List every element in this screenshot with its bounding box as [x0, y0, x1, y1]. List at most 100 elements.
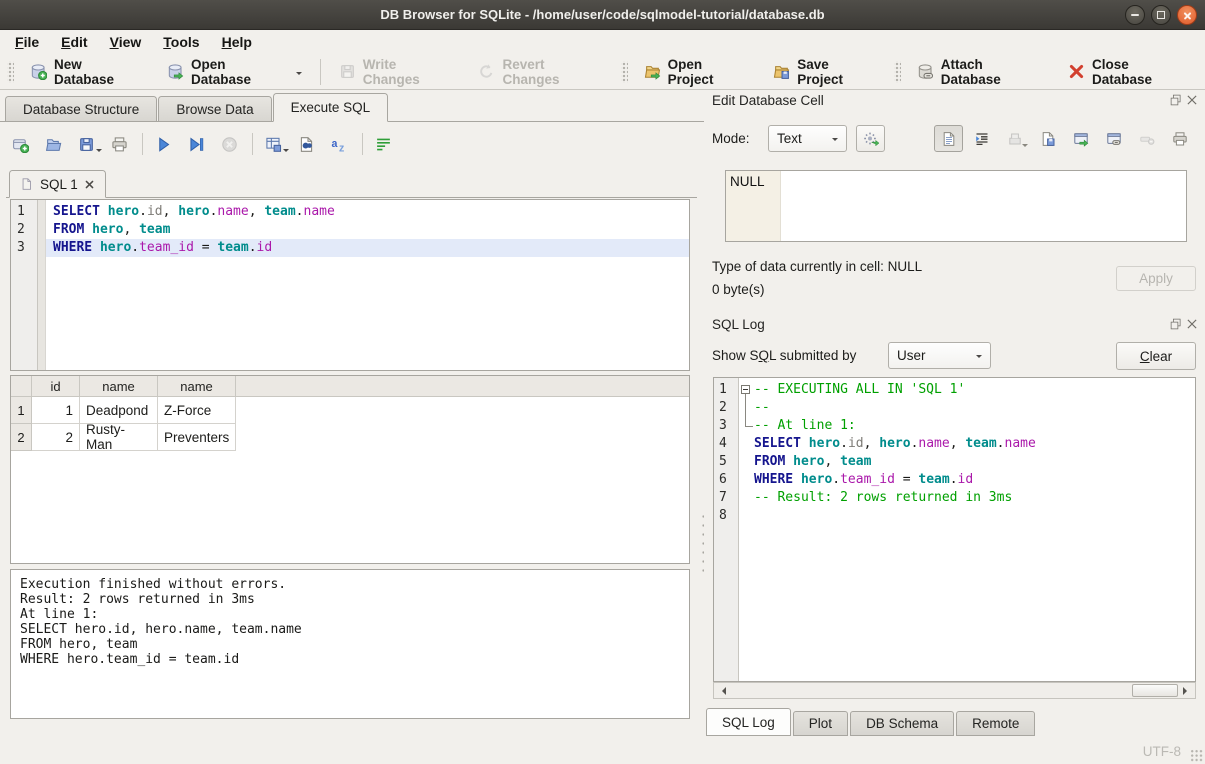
- column-header[interactable]: name: [158, 376, 236, 396]
- clear-log-button[interactable]: Clear: [1116, 342, 1196, 370]
- attach-database-button[interactable]: Attach Database: [906, 52, 1057, 92]
- revert-changes-button[interactable]: Revert Changes: [467, 52, 615, 92]
- menu-help[interactable]: Help: [211, 31, 263, 53]
- table-cell[interactable]: 2: [32, 424, 80, 451]
- new-tab-button[interactable]: [8, 132, 32, 156]
- scroll-left-icon[interactable]: [714, 683, 730, 698]
- log-filter-value: User: [897, 348, 970, 363]
- word-wrap-button[interactable]: [371, 132, 395, 156]
- menu-edit[interactable]: Edit: [50, 31, 98, 53]
- open-external-button[interactable]: [1066, 125, 1095, 152]
- column-header[interactable]: id: [32, 376, 80, 396]
- toolbar-handle[interactable]: [894, 61, 901, 83]
- row-number[interactable]: 2: [11, 424, 32, 451]
- cell-value-editor[interactable]: NULL: [725, 170, 1187, 242]
- fold-collapse-icon[interactable]: [741, 385, 750, 394]
- log-filter-select[interactable]: User: [888, 342, 991, 369]
- print-button[interactable]: [1165, 125, 1194, 152]
- fold-margin[interactable]: [739, 381, 754, 399]
- resize-grip[interactable]: [1190, 749, 1203, 762]
- copy-link-button[interactable]: [1099, 125, 1128, 152]
- table-cell[interactable]: 1: [32, 397, 80, 424]
- close-database-button[interactable]: Close Database: [1057, 52, 1203, 92]
- execute-current-line-button[interactable]: [184, 132, 208, 156]
- code-token: team: [264, 204, 295, 219]
- minimize-button[interactable]: [1125, 5, 1145, 25]
- write-changes-button[interactable]: Write Changes: [328, 52, 468, 92]
- column-header[interactable]: name: [80, 376, 158, 396]
- code-token: team: [918, 472, 949, 487]
- format-sql-button[interactable]: az: [327, 132, 351, 156]
- table-cell[interactable]: Preventers: [158, 424, 236, 451]
- titlebar[interactable]: DB Browser for SQLite - /home/user/code/…: [0, 0, 1205, 30]
- code-token: --: [754, 400, 770, 415]
- menu-tools[interactable]: Tools: [152, 31, 210, 53]
- sql-log-float-button[interactable]: [1169, 317, 1182, 330]
- panel-splitter[interactable]: [699, 510, 704, 572]
- close-button[interactable]: [1177, 5, 1197, 25]
- dock-tab-plot[interactable]: Plot: [793, 711, 848, 736]
- sql-log-close-button[interactable]: [1185, 317, 1198, 330]
- editor-code[interactable]: SELECT hero.id, hero.name, team.nameFROM…: [46, 200, 689, 370]
- mode-select[interactable]: Text: [768, 125, 847, 152]
- menu-file[interactable]: File: [4, 31, 50, 53]
- chevron-down-icon: [832, 138, 838, 144]
- doc-text-button[interactable]: [934, 125, 963, 152]
- tab-database-structure[interactable]: Database Structure: [5, 96, 157, 121]
- open-database-button[interactable]: Open Database: [156, 52, 313, 92]
- toolbar-handle[interactable]: [7, 61, 14, 83]
- scrollbar-thumb[interactable]: [1132, 684, 1178, 697]
- indent-text-icon: [974, 131, 990, 147]
- table-cell[interactable]: Deadpond: [80, 397, 158, 424]
- tab-browse-data[interactable]: Browse Data: [158, 96, 271, 121]
- log-line: -- Result: 2 rows returned in 3ms: [739, 489, 1195, 507]
- cell-value-area[interactable]: [781, 171, 1186, 241]
- sql-tabbar: SQL 1: [6, 169, 697, 198]
- results-grid[interactable]: idnamename11DeadpondZ-Force22Rusty-ManPr…: [10, 375, 690, 564]
- apply-button[interactable]: Apply: [1116, 266, 1196, 291]
- export-results-button[interactable]: [261, 132, 285, 156]
- stop-execution-button[interactable]: [217, 132, 241, 156]
- save-project-button[interactable]: Save Project: [762, 52, 889, 92]
- new-database-button[interactable]: New Database: [19, 52, 156, 92]
- sql-tab[interactable]: SQL 1: [9, 170, 106, 198]
- tab-close-button[interactable]: [84, 179, 95, 190]
- status-text-line: At line 1:: [20, 607, 680, 622]
- open-project-button[interactable]: Open Project: [633, 52, 763, 92]
- scroll-right-icon[interactable]: [1179, 683, 1195, 698]
- save-sql-file-button[interactable]: [74, 132, 98, 156]
- execute-all-button[interactable]: [151, 132, 175, 156]
- edit-cell-float-button[interactable]: [1169, 93, 1182, 106]
- table-cell[interactable]: Z-Force: [158, 397, 236, 424]
- scrollbar-track[interactable]: [730, 683, 1179, 698]
- tab-execute-sql[interactable]: Execute SQL: [273, 93, 389, 122]
- print-button[interactable]: [107, 132, 131, 156]
- dock-tab-db-schema[interactable]: DB Schema: [850, 711, 954, 736]
- code-token: team: [217, 240, 248, 255]
- code-token: name: [1005, 436, 1036, 451]
- menu-view[interactable]: View: [99, 31, 153, 53]
- revert-changes-icon: [478, 63, 495, 80]
- code-token: .: [840, 436, 848, 451]
- import-text-button[interactable]: [1000, 125, 1029, 152]
- sql-editor[interactable]: 123 SELECT hero.id, hero.name, team.name…: [10, 199, 690, 371]
- results-corner-cell[interactable]: [11, 376, 32, 396]
- editor-line-numbers: 123: [11, 200, 38, 370]
- editor-fold-margin: [38, 200, 46, 370]
- sql-log-view[interactable]: 12345678 -- EXECUTING ALL IN 'SQL 1'----…: [713, 377, 1196, 682]
- set-null-icon: [1139, 131, 1155, 147]
- open-sql-file-button[interactable]: [41, 132, 65, 156]
- edit-cell-close-button[interactable]: [1185, 93, 1198, 106]
- table-cell[interactable]: Rusty-Man: [80, 424, 158, 451]
- dock-tab-sql-log[interactable]: SQL Log: [706, 708, 791, 736]
- find-replace-button[interactable]: [294, 132, 318, 156]
- auto-apply-button[interactable]: [856, 125, 885, 152]
- dock-tab-remote[interactable]: Remote: [956, 711, 1035, 736]
- row-number[interactable]: 1: [11, 397, 32, 424]
- indent-text-button[interactable]: [967, 125, 996, 152]
- log-horizontal-scrollbar[interactable]: [713, 682, 1196, 699]
- maximize-button[interactable]: [1151, 5, 1171, 25]
- export-text-button[interactable]: [1033, 125, 1062, 152]
- toolbar-handle[interactable]: [621, 61, 628, 83]
- set-null-button[interactable]: [1132, 125, 1161, 152]
